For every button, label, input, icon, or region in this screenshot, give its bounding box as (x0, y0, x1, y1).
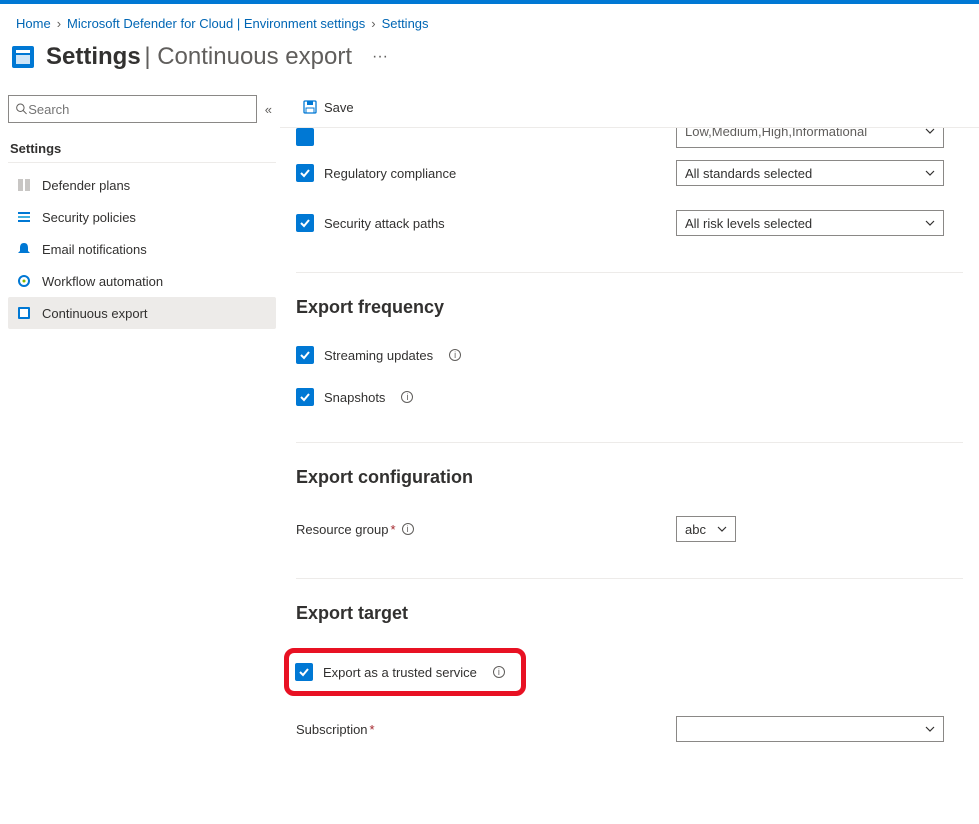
highlight-annotation: Export as a trusted service i (284, 648, 526, 696)
chevron-right-icon: › (371, 16, 375, 31)
chevron-down-icon (925, 128, 935, 134)
list-icon (16, 209, 32, 225)
sidebar-item-label: Security policies (42, 210, 136, 225)
risk-levels-dropdown[interactable]: All risk levels selected (676, 210, 944, 236)
chevron-down-icon (925, 726, 935, 732)
checkbox-attack-paths[interactable] (296, 214, 314, 232)
sidebar-item-continuous-export[interactable]: Continuous export (8, 297, 276, 329)
save-icon (302, 99, 318, 115)
chevron-right-icon: › (57, 16, 61, 31)
divider (8, 162, 276, 163)
collapse-sidebar-button[interactable]: « (265, 102, 272, 117)
bell-icon (16, 241, 32, 257)
divider (296, 442, 963, 443)
required-indicator: * (391, 522, 396, 537)
regulatory-label: Regulatory compliance (324, 166, 456, 181)
chevron-down-icon (925, 170, 935, 176)
sidebar-item-security-policies[interactable]: Security policies (8, 201, 276, 233)
search-icon (15, 102, 28, 116)
search-input[interactable] (28, 102, 250, 117)
required-indicator: * (370, 722, 375, 737)
divider (296, 578, 963, 579)
standards-dropdown[interactable]: All standards selected (676, 160, 944, 186)
shield-icon (16, 177, 32, 193)
resource-group-label: Resource group (296, 522, 389, 537)
divider (296, 272, 963, 273)
sidebar-item-workflow-automation[interactable]: Workflow automation (8, 265, 276, 297)
breadcrumb-settings[interactable]: Settings (382, 16, 429, 31)
more-actions-button[interactable]: ··· (372, 48, 388, 66)
breadcrumb-defender[interactable]: Microsoft Defender for Cloud | Environme… (67, 16, 365, 31)
streaming-label: Streaming updates (324, 348, 433, 363)
export-target-title: Export target (296, 603, 963, 624)
sidebar-item-label: Workflow automation (42, 274, 163, 289)
sidebar-item-label: Defender plans (42, 178, 130, 193)
checkbox-trusted-service[interactable] (295, 663, 313, 681)
main-content: Save y Low,Medium,High,Informational Reg… (280, 87, 979, 778)
breadcrumb: Home › Microsoft Defender for Cloud | En… (0, 4, 979, 39)
checkbox-snapshots[interactable] (296, 388, 314, 406)
checkbox-partial[interactable] (296, 128, 314, 146)
info-icon[interactable]: i (493, 666, 505, 678)
settings-blade-icon (10, 44, 36, 70)
sidebar-section-label: Settings (8, 141, 276, 156)
subscription-dropdown[interactable] (676, 716, 944, 742)
severity-dropdown[interactable]: Low,Medium,High,Informational (676, 128, 944, 148)
info-icon[interactable]: i (401, 391, 413, 403)
attack-paths-label: Security attack paths (324, 216, 445, 231)
trusted-service-label: Export as a trusted service (323, 665, 477, 680)
info-icon[interactable]: i (449, 349, 461, 361)
export-icon (16, 305, 32, 321)
export-config-title: Export configuration (296, 467, 963, 488)
sidebar-item-label: Email notifications (42, 242, 147, 257)
snapshots-label: Snapshots (324, 390, 385, 405)
chevron-down-icon (717, 526, 727, 532)
chevron-down-icon (925, 220, 935, 226)
save-button[interactable]: Save (296, 95, 360, 119)
page-title: Settings (46, 43, 141, 70)
sidebar-item-label: Continuous export (42, 306, 148, 321)
sidebar-search[interactable] (8, 95, 257, 123)
subscription-label: Subscription (296, 722, 368, 737)
checkbox-streaming[interactable] (296, 346, 314, 364)
save-label: Save (324, 100, 354, 115)
gear-icon (16, 273, 32, 289)
sidebar-item-defender-plans[interactable]: Defender plans (8, 169, 276, 201)
checkbox-regulatory[interactable] (296, 164, 314, 182)
page-subtitle: | Continuous export (144, 43, 352, 70)
breadcrumb-home[interactable]: Home (16, 16, 51, 31)
info-icon[interactable]: i (402, 523, 414, 535)
page-header: Settings | Continuous export ··· (0, 39, 979, 87)
resource-group-dropdown[interactable]: abc (676, 516, 736, 542)
export-frequency-title: Export frequency (296, 297, 963, 318)
toolbar: Save (280, 87, 979, 128)
sidebar-item-email-notifications[interactable]: Email notifications (8, 233, 276, 265)
sidebar: « Settings Defender plans Security polic… (0, 87, 280, 778)
